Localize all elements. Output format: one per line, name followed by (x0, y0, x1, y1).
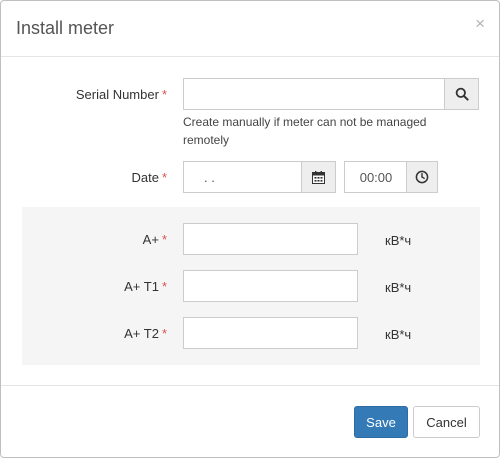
meter-readings-panel: A+ * кВ*ч A+ T1 * кВ*ч A+ T2 * кВ*ч (22, 207, 480, 365)
time-picker-button[interactable] (406, 161, 438, 193)
serial-search-button[interactable] (444, 78, 479, 110)
reading-unit: кВ*ч (385, 327, 412, 342)
reading-label: A+ * (31, 232, 167, 247)
required-mark: * (161, 326, 167, 341)
serial-help-text: Create manually if meter can not be mana… (183, 115, 427, 147)
reading-input-a-plus-t2[interactable] (183, 317, 358, 349)
serial-number-label: Serial Number * (31, 87, 167, 102)
date-label-text: Date (131, 170, 159, 185)
date-label: Date * (31, 170, 167, 185)
reading-unit: кВ*ч (385, 233, 412, 248)
reading-label: A+ T1 * (31, 279, 167, 294)
serial-number-input[interactable] (183, 78, 446, 110)
serial-number-label-text: Serial Number (75, 87, 159, 102)
time-input[interactable] (344, 161, 408, 193)
calendar-icon (312, 170, 325, 184)
reading-label-text: A+ T1 (124, 279, 159, 294)
date-input[interactable] (183, 161, 303, 193)
close-button[interactable]: × (475, 15, 485, 32)
clock-icon (415, 170, 429, 184)
dialog-title: Install meter (16, 18, 115, 38)
search-icon (455, 87, 469, 101)
required-mark: * (161, 170, 167, 185)
reading-input-a-plus-t1[interactable] (183, 270, 358, 302)
required-mark: * (161, 232, 167, 247)
calendar-button[interactable] (301, 161, 336, 193)
required-mark: * (161, 87, 167, 102)
dialog-header: Install meter × (1, 1, 499, 57)
reading-unit: кВ*ч (385, 280, 412, 295)
footer-divider (1, 385, 499, 386)
reading-label: A+ T2 * (31, 326, 167, 341)
required-mark: * (161, 279, 167, 294)
reading-label-text: A+ (142, 232, 159, 247)
install-meter-dialog: Install meter × Serial Number * Create ma… (0, 0, 500, 458)
save-button[interactable]: Save (354, 406, 408, 438)
cancel-button[interactable]: Cancel (413, 406, 480, 438)
reading-label-text: A+ T2 (124, 326, 159, 341)
reading-input-a-plus[interactable] (183, 223, 358, 255)
